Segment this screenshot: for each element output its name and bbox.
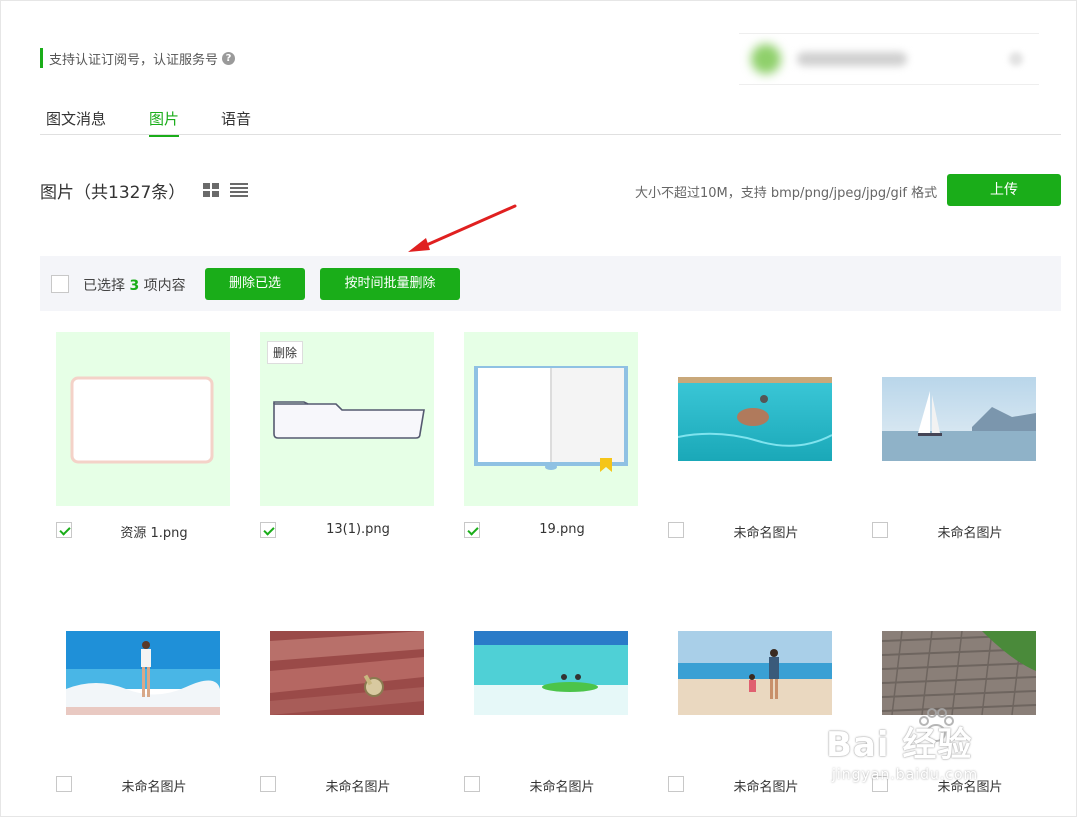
baidu-watermark: Bai 经验 jingyan.baidu.com: [826, 705, 1026, 795]
notice-text: 支持认证订阅号，认证服务号: [49, 52, 219, 68]
selected-count: 3: [129, 278, 140, 294]
item-caption: 13(1).png: [326, 522, 390, 537]
selection-prefix: 已选择: [83, 278, 125, 294]
item-caption: 未命名图片: [325, 780, 391, 795]
watch-on-bench-photo: [270, 631, 424, 715]
thumbnail[interactable]: [668, 586, 842, 760]
blank-card-thumbnail: [70, 376, 214, 464]
select-all-checkbox[interactable]: [51, 275, 69, 293]
delete-tooltip-button[interactable]: 删除: [267, 341, 304, 364]
thumbnail[interactable]: [56, 332, 230, 506]
girl-on-beach-photo: [66, 631, 220, 715]
batch-delete-by-time-button[interactable]: 按时间批量删除: [320, 268, 460, 300]
selection-summary: 已选择 3 项内容: [83, 275, 186, 295]
page-title: 图片（共1327条）: [40, 183, 186, 203]
open-book-thumbnail: [474, 366, 628, 472]
account-name-blurred: [797, 52, 907, 66]
selection-suffix: 项内容: [143, 278, 186, 294]
thumbnail[interactable]: [668, 332, 842, 506]
father-daughter-beach-photo: [678, 631, 832, 715]
thumbnail[interactable]: [872, 332, 1046, 506]
item-caption: 未命名图片: [121, 780, 187, 795]
tab-voice[interactable]: 语音: [221, 108, 251, 135]
avatar: [751, 44, 781, 74]
list-view-icon[interactable]: [230, 183, 248, 197]
grid-view-icon[interactable]: [203, 183, 219, 197]
thumbnail[interactable]: 删除: [260, 332, 434, 506]
thumbnail[interactable]: [56, 586, 230, 760]
upload-button[interactable]: 上传: [947, 174, 1061, 206]
item-caption: 未命名图片: [733, 526, 799, 541]
item-caption: 未命名图片: [937, 526, 1003, 541]
notice-accent-bar: [40, 48, 43, 68]
item-caption: 19.png: [539, 522, 585, 537]
selection-toolbar: 已选择 3 项内容 删除已选 按时间批量删除: [40, 256, 1061, 311]
pig-swimming-photo: [678, 377, 832, 461]
thumbnail[interactable]: [260, 586, 434, 760]
thumbnail[interactable]: [464, 586, 638, 760]
delete-selected-button[interactable]: 删除已选: [205, 268, 305, 300]
watermark-url: jingyan.baidu.com: [832, 767, 979, 783]
tab-bar: 图文消息 图片 语音: [40, 108, 1061, 137]
item-caption: 资源 1.png: [120, 526, 188, 541]
thumbnail[interactable]: [464, 332, 638, 506]
item-caption: 未命名图片: [529, 780, 595, 795]
watermark-main-text: Bai 经验: [826, 725, 973, 765]
account-info[interactable]: [739, 33, 1039, 85]
stone-path-photo: [882, 631, 1036, 715]
notice: 支持认证订阅号，认证服务号 ?: [40, 48, 236, 68]
upload-hint: 大小不超过10M，支持 bmp/png/jpeg/jpg/gif 格式: [635, 186, 938, 201]
tab-images[interactable]: 图片: [149, 108, 180, 137]
help-icon[interactable]: ?: [222, 51, 236, 65]
annotation-arrow-icon: [408, 204, 517, 252]
tab-news[interactable]: 图文消息: [46, 108, 106, 135]
kayak-photo: [474, 631, 628, 715]
sailboat-photo: [882, 377, 1036, 461]
account-menu-icon[interactable]: [1009, 52, 1023, 66]
